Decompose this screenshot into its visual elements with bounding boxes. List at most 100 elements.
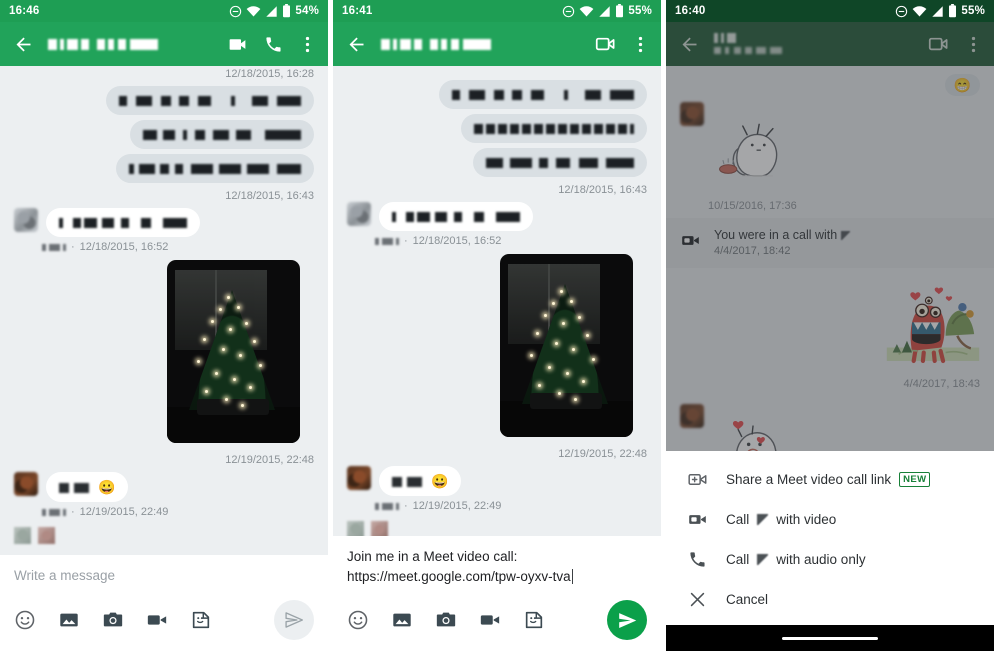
- camera-icon[interactable]: [102, 609, 124, 631]
- toolbar-actions: [227, 34, 318, 55]
- overflow-menu-icon[interactable]: [965, 35, 982, 54]
- nav-home-pill[interactable]: [782, 636, 878, 640]
- send-button[interactable]: [274, 599, 314, 640]
- message-row-sticker[interactable]: [666, 102, 994, 193]
- message-timestamp: 12/19/2015, 22:49: [412, 500, 502, 512]
- conversation-toolbar: ██ ███ █████: [666, 22, 994, 66]
- message-row-incoming[interactable]: [0, 208, 328, 237]
- video-call-icon[interactable]: [227, 34, 248, 55]
- message-row-sticker[interactable]: [666, 282, 994, 371]
- new-badge: NEW: [899, 471, 931, 487]
- message-row-outgoing[interactable]: [333, 80, 661, 109]
- message-row-outgoing[interactable]: [333, 114, 661, 143]
- message-input-line-2[interactable]: https://meet.google.com/tpw-oyxv-tva: [347, 568, 573, 584]
- redacted-message-text: [59, 481, 89, 493]
- message-row-photo[interactable]: [333, 254, 661, 441]
- phone-call-icon[interactable]: [264, 35, 283, 54]
- panel-2-conversation-composing: 16:41 55% █████, ████: [333, 0, 661, 651]
- message-reactions[interactable]: [0, 525, 328, 544]
- video-call-icon[interactable]: [594, 33, 616, 55]
- do-not-disturb-icon: [563, 5, 575, 17]
- sender-name-redacted: [375, 501, 399, 511]
- video-icon[interactable]: [479, 609, 501, 631]
- sheet-item-call-audio-only[interactable]: Call with audio only: [666, 539, 994, 579]
- sticker-icon[interactable]: [523, 609, 545, 631]
- redacted-message-text: [392, 475, 422, 487]
- message-row-emoji[interactable]: 😁: [666, 66, 994, 96]
- sheet-item-label: Share a Meet video call link NEW: [726, 471, 931, 487]
- message-bubble: [116, 154, 314, 183]
- status-bar: 16:40 55%: [666, 0, 994, 22]
- message-timestamp: 4/4/2017, 18:43: [903, 377, 980, 390]
- message-row-outgoing[interactable]: [0, 120, 328, 149]
- sheet-item-label: Call with video: [726, 512, 836, 527]
- message-row-outgoing[interactable]: [333, 148, 661, 177]
- message-composer[interactable]: Write a message: [0, 555, 328, 651]
- emoji-icon[interactable]: [14, 609, 36, 631]
- sheet-item-share-meet-link[interactable]: Share a Meet video call link NEW: [666, 459, 994, 499]
- message-row-outgoing[interactable]: [0, 154, 328, 183]
- sheet-item-cancel[interactable]: Cancel: [666, 579, 994, 619]
- contact-avatar: [680, 403, 704, 428]
- do-not-disturb-icon: [230, 5, 242, 17]
- message-row-incoming[interactable]: [333, 202, 661, 231]
- camera-icon[interactable]: [435, 609, 457, 631]
- contact-subtitle-redacted: ███ █████: [714, 45, 782, 56]
- message-row-incoming[interactable]: 😀: [0, 472, 328, 502]
- call-event-row[interactable]: You were in a call with 4/4/2017, 18:42: [666, 218, 994, 268]
- back-arrow-icon[interactable]: [343, 31, 369, 57]
- contact-name-redacted: ██: [714, 32, 736, 45]
- share-meet-link-label: Share a Meet video call link: [726, 471, 892, 487]
- message-list[interactable]: 12/18/2015, 16:28 12/18/2015, 16:43 · 12…: [0, 66, 328, 555]
- video-icon[interactable]: [146, 609, 168, 631]
- contact-name-redacted: █████, ████: [381, 36, 491, 52]
- message-timestamp: 12/19/2015, 22:48: [558, 448, 647, 460]
- status-bar: 16:46 54%: [0, 0, 328, 22]
- send-button[interactable]: [607, 600, 647, 641]
- christmas-tree-photo[interactable]: [167, 260, 300, 443]
- message-row-photo[interactable]: [0, 260, 328, 447]
- message-timestamp: 12/18/2015, 16:43: [558, 184, 647, 196]
- conversation-toolbar: █████, ████: [0, 22, 328, 66]
- message-list[interactable]: 12/18/2015, 16:43 · 12/18/2015, 16:52 12…: [333, 66, 661, 536]
- message-row-incoming[interactable]: 😀: [333, 466, 661, 496]
- message-row-outgoing[interactable]: [0, 86, 328, 115]
- sender-name-redacted: [42, 507, 66, 517]
- overflow-menu-icon[interactable]: [299, 35, 316, 54]
- conversation-title: █████, ████: [381, 36, 491, 52]
- sheet-item-call-with-video[interactable]: Call with video: [666, 499, 994, 539]
- message-timestamp: 12/18/2015, 16:43: [225, 190, 314, 202]
- sticker-icon[interactable]: [190, 609, 212, 631]
- overflow-menu-icon[interactable]: [632, 35, 649, 54]
- battery-icon: [616, 4, 624, 18]
- reaction-sticker-icon: [371, 521, 388, 536]
- christmas-tree-photo[interactable]: [500, 254, 633, 437]
- emoji-icon[interactable]: [347, 609, 369, 631]
- wifi-icon: [580, 5, 594, 16]
- message-input-placeholder[interactable]: Write a message: [14, 566, 314, 586]
- message-reactions[interactable]: [333, 519, 661, 536]
- close-icon: [682, 590, 712, 609]
- redacted-message-text: [129, 162, 301, 175]
- status-clock: 16:40: [675, 5, 706, 17]
- message-composer[interactable]: Join me in a Meet video call: https://me…: [333, 536, 661, 651]
- signal-icon: [599, 5, 611, 17]
- call-audio-suffix: with audio only: [776, 551, 866, 567]
- back-arrow-icon[interactable]: [10, 31, 36, 57]
- composer-toolbar: [14, 599, 314, 640]
- message-sender-line: · 12/18/2015, 16:52: [333, 235, 661, 247]
- gallery-icon[interactable]: [391, 609, 413, 631]
- signal-icon: [266, 5, 278, 17]
- emoji-glyph: 😀: [98, 479, 116, 495]
- message-bubble: [46, 208, 200, 237]
- emoji-glyph: 😀: [431, 473, 449, 489]
- back-arrow-icon[interactable]: [676, 31, 702, 57]
- message-input-line-1[interactable]: Join me in a Meet video call:: [347, 549, 517, 564]
- battery-percent: 55%: [628, 5, 652, 17]
- contact-avatar: [347, 202, 371, 226]
- sender-name-redacted: [42, 242, 66, 252]
- composer-icons: [347, 609, 545, 631]
- call-event-timestamp: 4/4/2017, 18:42: [714, 244, 791, 257]
- gallery-icon[interactable]: [58, 609, 80, 631]
- video-call-icon[interactable]: [927, 33, 949, 55]
